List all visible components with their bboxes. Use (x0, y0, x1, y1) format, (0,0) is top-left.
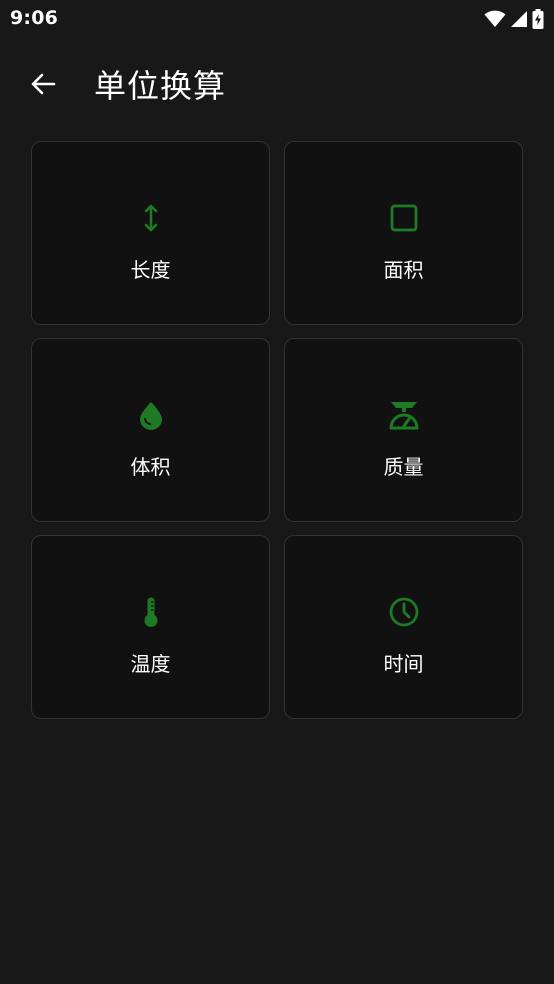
card-label: 长度 (130, 258, 171, 282)
back-button[interactable] (22, 65, 64, 107)
arrow-back-icon (30, 71, 56, 101)
app-bar: 单位换算 (0, 56, 554, 116)
vertical-arrows-icon (135, 202, 167, 234)
card-temperature[interactable]: 温度 (31, 535, 270, 719)
signal-icon (510, 10, 528, 28)
status-bar: 9:06 (0, 0, 554, 38)
page-title: 单位换算 (94, 67, 227, 105)
category-grid: 长度 面积 体积 质量 温度 时间 (31, 141, 523, 719)
card-time[interactable]: 时间 (284, 535, 523, 719)
card-label: 时间 (383, 652, 424, 676)
card-volume[interactable]: 体积 (31, 338, 270, 522)
card-length[interactable]: 长度 (31, 141, 270, 325)
status-icons (484, 9, 544, 29)
card-mass[interactable]: 质量 (284, 338, 523, 522)
thermometer-icon (135, 596, 167, 628)
battery-charging-icon (532, 9, 544, 29)
water-drop-icon (135, 399, 167, 431)
card-label: 质量 (383, 455, 424, 479)
card-label: 温度 (130, 652, 171, 676)
card-area[interactable]: 面积 (284, 141, 523, 325)
wifi-icon (484, 10, 506, 28)
scale-icon (388, 399, 420, 431)
card-label: 面积 (383, 258, 424, 282)
status-time: 9:06 (10, 7, 59, 29)
clock-icon (388, 596, 420, 628)
square-outline-icon (388, 202, 420, 234)
card-label: 体积 (130, 455, 171, 479)
